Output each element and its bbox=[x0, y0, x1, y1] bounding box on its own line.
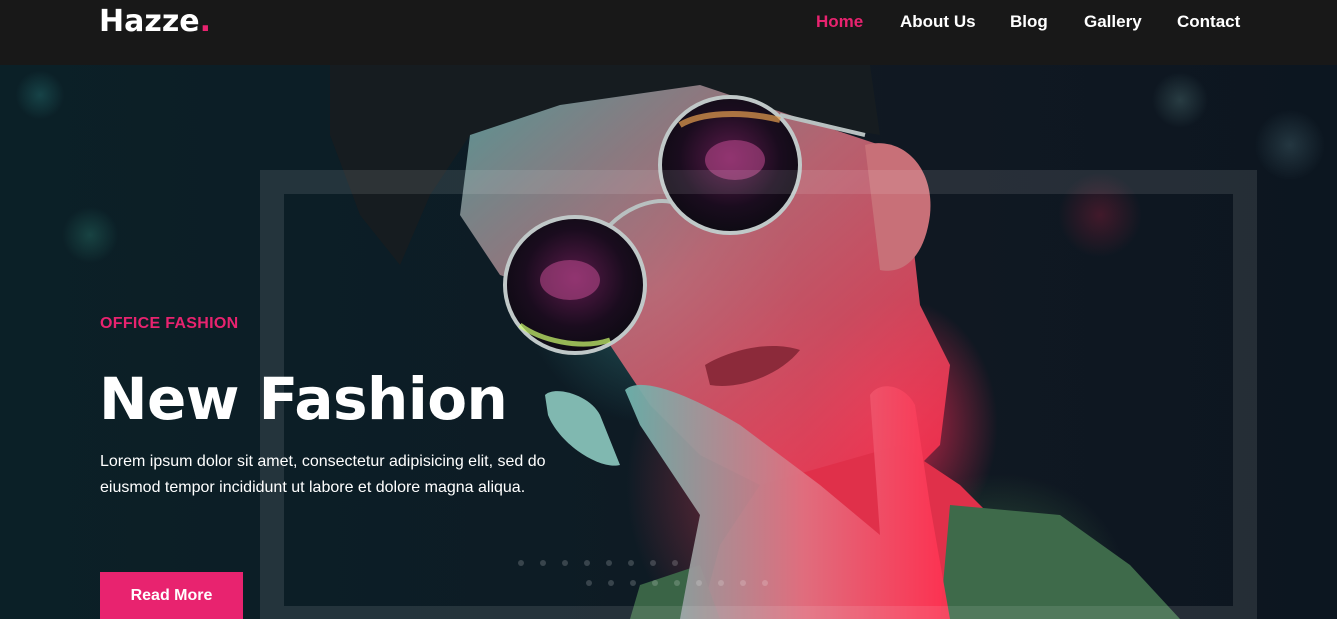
top-navbar: Hazze. Home About Us Blog Gallery Contac… bbox=[0, 0, 1337, 65]
nav-item-blog[interactable]: Blog bbox=[1010, 12, 1048, 32]
hero-description: Lorem ipsum dolor sit amet, consectetur … bbox=[100, 453, 546, 496]
decorative-dot bbox=[562, 560, 568, 566]
decorative-dot bbox=[740, 580, 746, 586]
decorative-dot bbox=[652, 580, 658, 586]
decorative-dot bbox=[606, 560, 612, 566]
decorative-dot bbox=[608, 580, 614, 586]
decorative-dots bbox=[515, 560, 768, 600]
decorative-dot bbox=[540, 560, 546, 566]
hero-section: OFFICE FASHION New Fashion Lorem ipsum d… bbox=[0, 65, 1337, 619]
read-more-button[interactable]: Read More bbox=[100, 572, 243, 619]
decorative-dot bbox=[650, 560, 656, 566]
nav-item-contact[interactable]: Contact bbox=[1177, 12, 1240, 32]
decorative-dot bbox=[584, 560, 590, 566]
decorative-dot bbox=[630, 580, 636, 586]
hero-eyebrow: OFFICE FASHION bbox=[100, 315, 239, 332]
decorative-dot bbox=[718, 580, 724, 586]
hero-title: New Fashion bbox=[99, 365, 508, 433]
nav-item-gallery[interactable]: Gallery bbox=[1084, 12, 1142, 32]
decorative-dot bbox=[628, 560, 634, 566]
decorative-dot bbox=[672, 560, 678, 566]
main-nav: Home About Us Blog Gallery Contact bbox=[0, 12, 1337, 34]
decorative-dot bbox=[518, 560, 524, 566]
nav-item-about-us[interactable]: About Us bbox=[900, 12, 976, 32]
decorative-dot bbox=[586, 580, 592, 586]
nav-item-home[interactable]: Home bbox=[816, 12, 863, 32]
decorative-dot bbox=[696, 580, 702, 586]
decorative-dot bbox=[762, 580, 768, 586]
decorative-dot bbox=[674, 580, 680, 586]
